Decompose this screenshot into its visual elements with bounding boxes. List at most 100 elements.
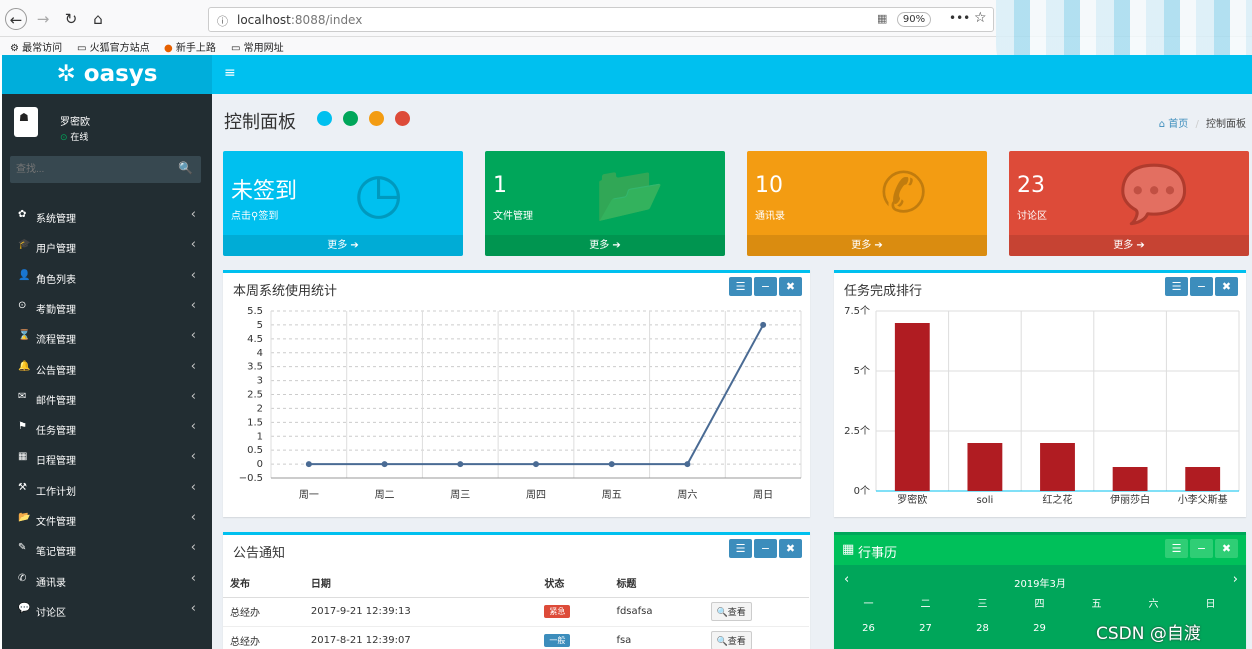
sidebar-item[interactable]: ⊙ 考勤管理 ‹ — [2, 292, 212, 322]
y-tick-label: 1.5 — [247, 417, 263, 428]
home-icon[interactable]: ⌂ — [87, 8, 109, 30]
close-icon[interactable]: ✖ — [779, 539, 802, 558]
sidebar-item[interactable]: ✆ 通讯录 ‹ — [2, 565, 212, 595]
logo[interactable]: ✲ oasys — [2, 55, 212, 94]
bar[interactable] — [967, 443, 1003, 491]
sidebar-item-label: 考勤管理 — [36, 304, 76, 316]
clock-icon: ⊙ — [18, 299, 27, 311]
close-icon[interactable]: ✖ — [779, 277, 802, 296]
list-icon[interactable]: ☰ — [729, 539, 752, 558]
theme-dot-red[interactable] — [395, 111, 410, 126]
chevron-left-icon: ‹ — [190, 207, 196, 222]
sidebar-item[interactable]: ⚒ 工作计划 ‹ — [2, 474, 212, 504]
x-tick-label: 周一 — [299, 489, 319, 501]
bookmark-common-sites[interactable]: ▭ 常用网址 — [231, 39, 284, 54]
data-point[interactable] — [760, 321, 767, 328]
sidebar-item[interactable]: ⌛ 流程管理 ‹ — [2, 322, 212, 352]
y-tick-label: 3.5 — [247, 362, 263, 373]
publisher-cell: 总经办 — [223, 597, 304, 627]
bar[interactable] — [1185, 467, 1221, 491]
bar[interactable] — [1112, 467, 1148, 491]
close-icon[interactable]: ✖ — [1215, 539, 1238, 558]
list-icon[interactable]: ☰ — [1165, 277, 1188, 296]
bookmark-getting-started[interactable]: ● 新手上路 — [164, 39, 216, 54]
sidebar-item[interactable]: ⚑ 任务管理 ‹ — [2, 413, 212, 443]
x-tick-label: 周五 — [602, 489, 622, 501]
y-tick-label: 1 — [257, 431, 263, 442]
sidebar-item[interactable]: 📂 文件管理 ‹ — [2, 504, 212, 534]
reload-icon[interactable]: ↻ — [60, 8, 82, 30]
y-tick-label: 5 — [257, 320, 263, 331]
sidebar-item[interactable]: 🎓 用户管理 ‹ — [2, 231, 212, 261]
more-info-link[interactable]: 更多 ➔ — [485, 235, 725, 256]
flag-icon: ⚑ — [18, 421, 27, 433]
data-point[interactable] — [684, 461, 691, 468]
calendar-day[interactable]: 27 — [897, 623, 954, 634]
bookmark-firefox-official[interactable]: ▭ 火狐官方站点 — [77, 39, 150, 54]
star-icon[interactable]: ☆ — [974, 10, 987, 26]
sidebar-item-label: 笔记管理 — [36, 547, 76, 559]
list-icon[interactable]: ☰ — [729, 277, 752, 296]
data-point[interactable] — [608, 461, 615, 468]
sidebar-item[interactable]: 🔔 公告管理 ‹ — [2, 353, 212, 383]
publisher-cell: 总经办 — [223, 626, 304, 649]
bar[interactable] — [1040, 443, 1075, 491]
search-icon[interactable]: 🔍 — [178, 161, 193, 175]
sidebar-item[interactable]: ✉ 邮件管理 ‹ — [2, 383, 212, 413]
calendar-day[interactable]: 26 — [840, 623, 897, 634]
collapse-icon[interactable]: − — [754, 277, 777, 296]
stat-label: 讨论区 — [1017, 211, 1047, 222]
forward-icon[interactable]: → — [32, 8, 54, 30]
url-text: localhost:8088/index — [237, 13, 363, 27]
more-icon[interactable]: ••• — [949, 11, 970, 25]
data-point[interactable] — [533, 461, 539, 468]
collapse-icon[interactable]: − — [1190, 277, 1213, 296]
theme-dot-blue[interactable] — [317, 111, 332, 126]
close-icon[interactable]: ✖ — [1215, 277, 1238, 296]
sidebar-item[interactable]: 👤 角色列表 ‹ — [2, 262, 212, 292]
data-point[interactable] — [305, 461, 312, 468]
sidebar-item[interactable]: ✎ 笔记管理 ‹ — [2, 534, 212, 564]
more-info-link[interactable]: 更多 ➔ — [223, 235, 463, 256]
back-icon[interactable]: ← — [5, 8, 27, 30]
more-info-link[interactable]: 更多 ➔ — [1009, 235, 1249, 256]
panel-tools: ☰ − ✖ — [1163, 277, 1238, 296]
notice-panel: 公告通知 ☰ − ✖ 发布 日期 状态 标题 总经办 2017-9-21 12:39:13 紧… — [223, 532, 810, 649]
bookmark-most-visited[interactable]: ⚙ 最常访问 — [10, 39, 62, 54]
zoom-badge[interactable]: 90% — [897, 12, 931, 27]
bookmarks-bar: ⚙ 最常访问 ▭ 火狐官方站点 ● 新手上路 ▭ 常用网址 — [0, 37, 1000, 55]
view-button-label: 查看 — [727, 608, 746, 618]
weekday-label: 一 — [863, 599, 874, 610]
calendar-day[interactable]: 29 — [1011, 623, 1068, 634]
url-bar[interactable]: ⓘ localhost:8088/index ▦ 90% ••• ☆ — [208, 7, 994, 32]
collapse-icon[interactable]: − — [1190, 539, 1213, 558]
avatar[interactable]: ☗ — [14, 107, 38, 137]
data-point[interactable] — [381, 461, 388, 468]
qr-code-icon[interactable]: ▦ — [877, 12, 887, 25]
data-point[interactable] — [457, 461, 464, 468]
breadcrumb: ⌂ 首页 / 控制面板 — [1158, 119, 1246, 130]
sidebar-item-label: 邮件管理 — [36, 395, 76, 407]
hourglass-icon: ⌛ — [18, 330, 31, 342]
sidebar-item[interactable]: ✿ 系统管理 ‹ — [2, 201, 212, 231]
list-icon[interactable]: ☰ — [1165, 539, 1188, 558]
sidebar-item[interactable]: 💬 讨论区 ‹ — [2, 595, 212, 625]
search-input[interactable] — [16, 156, 176, 183]
panel-title: 公告通知 — [233, 546, 286, 561]
collapse-icon[interactable]: − — [754, 539, 777, 558]
theme-dot-green[interactable] — [343, 111, 358, 126]
next-month-icon[interactable]: › — [1233, 572, 1238, 587]
sidebar-toggle-icon[interactable]: ≡ — [224, 65, 236, 81]
view-button[interactable]: 🔍查看 — [710, 602, 752, 621]
info-icon[interactable]: ⓘ — [217, 13, 228, 29]
theme-dot-orange[interactable] — [369, 111, 384, 126]
calendar-day[interactable]: 28 — [954, 623, 1011, 634]
breadcrumb-home[interactable]: ⌂ 首页 — [1159, 119, 1189, 130]
x-tick-label: 周六 — [677, 489, 697, 501]
comment-icon: 💬 — [1119, 162, 1189, 227]
bar[interactable] — [894, 323, 930, 491]
sidebar-item[interactable]: ▦ 日程管理 ‹ — [2, 443, 212, 473]
more-info-link[interactable]: 更多 ➔ — [747, 235, 987, 256]
stat-box: 23 讨论区 💬 更多 ➔ — [1009, 151, 1249, 256]
view-button[interactable]: 🔍查看 — [710, 631, 752, 649]
